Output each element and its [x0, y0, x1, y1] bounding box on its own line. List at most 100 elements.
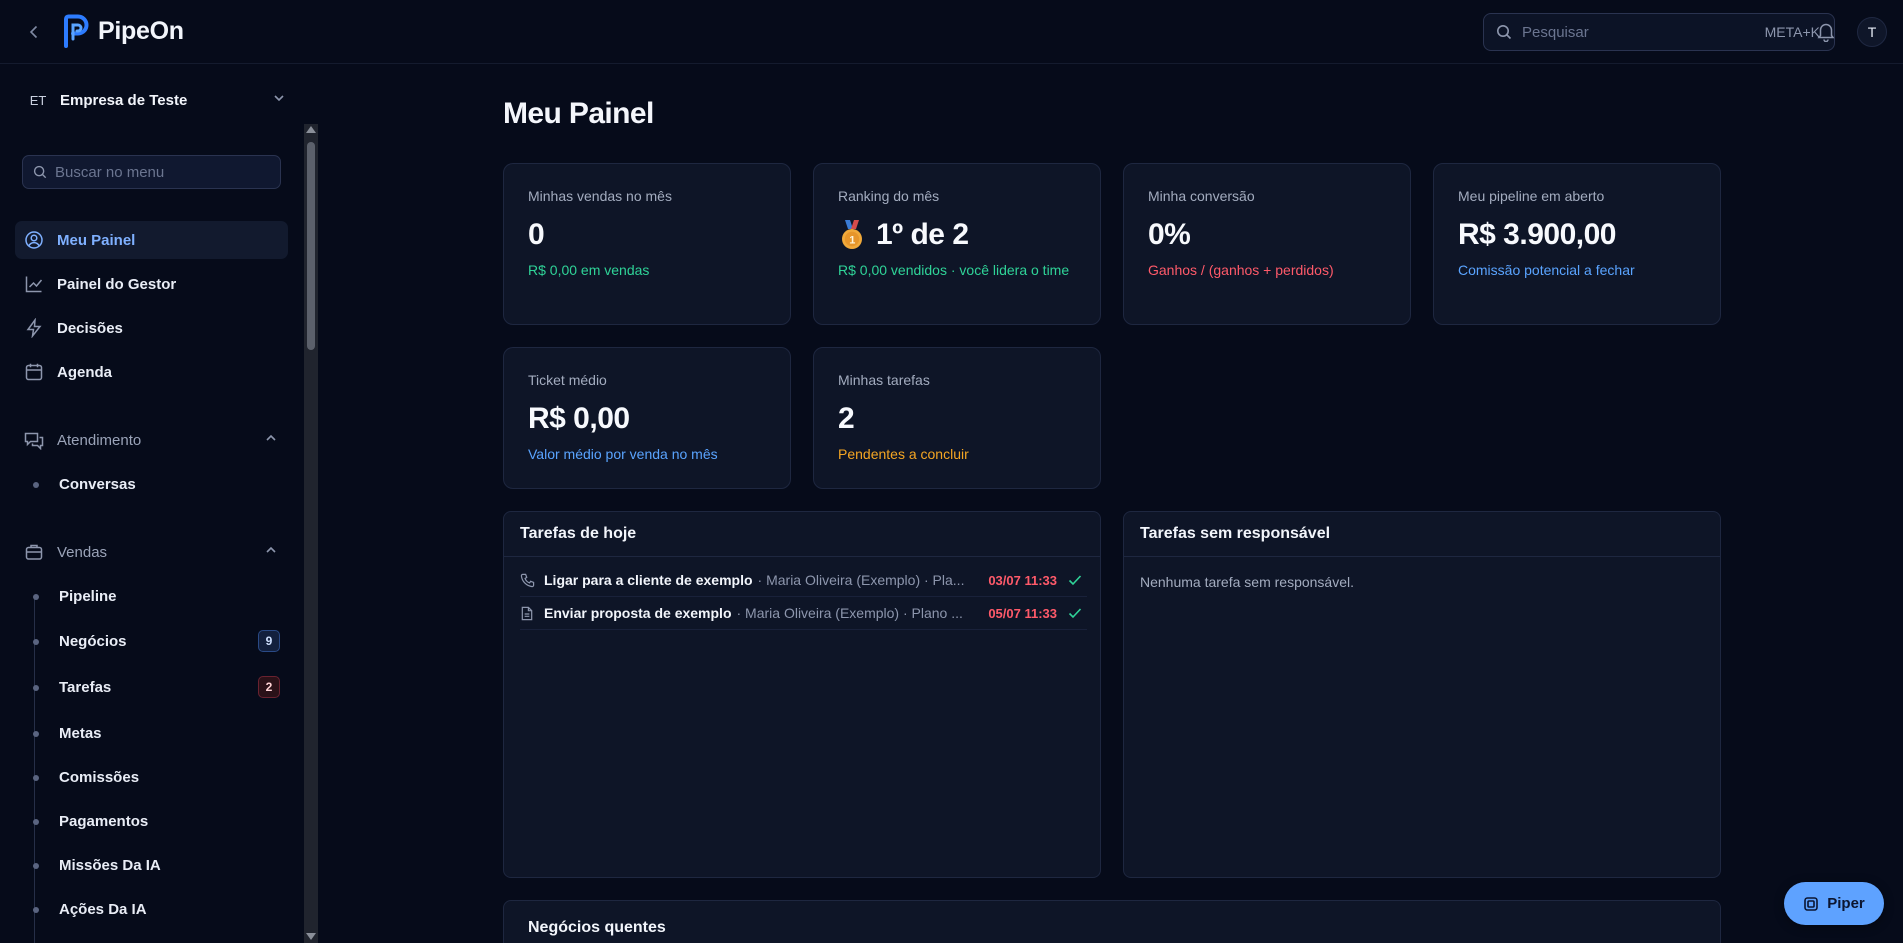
- notifications-bell-icon[interactable]: [1815, 20, 1839, 44]
- bullet-dot: [33, 775, 39, 781]
- back-arrow-icon[interactable]: [22, 20, 46, 44]
- chat-icon: [23, 429, 45, 451]
- sidebar-item-label: Pagamentos: [59, 812, 149, 830]
- count-badge: 9: [258, 630, 280, 652]
- bullet-dot: [33, 863, 39, 869]
- kpi-card-ranking: Ranking do mês 1 1º de 2 R$ 0,00 vendido…: [813, 163, 1101, 325]
- search-icon: [1497, 25, 1512, 40]
- section-atendimento[interactable]: Atendimento: [15, 421, 288, 459]
- bullet-dot: [33, 685, 39, 691]
- sidebar-item-meu-painel[interactable]: Meu Painel: [15, 221, 288, 259]
- sidebar-item-label: Conversas: [59, 475, 136, 493]
- task-row[interactable]: Enviar proposta de exemplo · Maria Olive…: [520, 597, 1087, 630]
- kpi-value-text: 0%: [1148, 218, 1191, 251]
- kpi-card-tarefas: Minhas tarefas 2 Pendentes a concluir: [813, 347, 1101, 489]
- menu-search[interactable]: [22, 155, 281, 189]
- kpi-value: R$ 0,00: [528, 402, 630, 436]
- briefcase-icon: [23, 541, 45, 563]
- piper-assistant-button[interactable]: Piper: [1784, 882, 1884, 925]
- menu-search-input[interactable]: [55, 163, 270, 181]
- scroll-up-arrow-icon[interactable]: [306, 126, 316, 133]
- kpi-subtext: Ganhos / (ganhos + perdidos): [1148, 262, 1334, 278]
- bullet-dot: [33, 594, 39, 600]
- sidebar-item-label: Missões Da IA: [59, 856, 161, 874]
- piper-label: Piper: [1827, 895, 1865, 912]
- kpi-value-text: 1º de 2: [876, 218, 969, 251]
- sidebar-item-negocios[interactable]: Negócios 9: [15, 623, 288, 659]
- sidebar-item-label: Negócios: [59, 632, 127, 650]
- kpi-card-pipeline: Meu pipeline em aberto R$ 3.900,00 Comis…: [1433, 163, 1721, 325]
- scroll-down-arrow-icon[interactable]: [306, 933, 316, 940]
- app-logo[interactable]: PipeOn: [62, 13, 184, 49]
- panel-title: Negócios quentes: [528, 919, 666, 936]
- kpi-subtext: R$ 0,00 em vendas: [528, 262, 650, 278]
- sidebar-item-conversas[interactable]: Conversas: [15, 466, 288, 502]
- sidebar-item-metas[interactable]: Metas: [15, 715, 288, 751]
- chevron-up-icon: [264, 431, 278, 449]
- task-meta: · Maria Oliveira (Exemplo) · Plano ...: [736, 605, 963, 621]
- bullet-dot: [33, 639, 39, 645]
- sidebar-item-label: Comissões: [59, 768, 140, 786]
- sidebar-item-label: Agenda: [57, 363, 113, 381]
- sidebar-item-pipeline[interactable]: Pipeline: [15, 578, 288, 614]
- sidebar-item-decisoes[interactable]: Decisões: [15, 309, 288, 347]
- user-circle-icon: [23, 229, 45, 251]
- chart-line-icon: [23, 273, 45, 295]
- chevron-up-icon: [264, 543, 278, 561]
- search-shortcut: META+K: [1764, 24, 1820, 40]
- sidebar-item-label: Decisões: [57, 319, 123, 337]
- sidebar-item-missoes-da-ia[interactable]: Missões Da IA: [15, 847, 288, 883]
- hot-deals-panel: Negócios quentes: [503, 900, 1721, 943]
- pipeon-logo-icon: [64, 14, 89, 48]
- bullet-dot: [33, 819, 39, 825]
- sidebar-item-label: Metas: [59, 724, 102, 742]
- panel-title: Tarefas de hoje: [504, 512, 1100, 557]
- task-title: Ligar para a cliente de exemplo: [544, 572, 753, 588]
- calendar-icon: [23, 361, 45, 383]
- sidebar-item-tarefas[interactable]: Tarefas 2: [15, 669, 288, 705]
- task-title: Enviar proposta de exemplo: [544, 605, 732, 621]
- kpi-value: R$ 3.900,00: [1458, 218, 1616, 252]
- company-name: Empresa de Teste: [60, 91, 188, 109]
- today-tasks-panel: Tarefas de hoje Ligar para a cliente de …: [503, 511, 1101, 878]
- sidebar-item-label: Painel do Gestor: [57, 275, 177, 293]
- complete-check-icon[interactable]: [1067, 572, 1087, 588]
- user-avatar[interactable]: T: [1857, 17, 1887, 47]
- global-search-input[interactable]: [1522, 23, 1755, 41]
- kpi-subtext: R$ 0,00 vendidos · você lidera o time: [838, 262, 1070, 278]
- bullet-dot: [33, 731, 39, 737]
- company-switcher[interactable]: ET Empresa de Teste: [16, 81, 292, 119]
- sidebar-item-comissoes[interactable]: Comissões: [15, 759, 288, 795]
- kpi-subtext: Pendentes a concluir: [838, 446, 969, 462]
- global-search[interactable]: META+K: [1483, 13, 1835, 51]
- kpi-label: Ticket médio: [528, 372, 607, 388]
- top-bar: PipeOn META+K T: [0, 0, 1903, 64]
- sidebar-item-agenda[interactable]: Agenda: [15, 353, 288, 391]
- chevron-down-icon: [272, 91, 292, 109]
- sidebar-scrollbar[interactable]: [304, 124, 318, 943]
- sidebar-item-label: Meu Painel: [57, 231, 136, 249]
- unassigned-tasks-panel: Tarefas sem responsável Nenhuma tarefa s…: [1123, 511, 1721, 878]
- sidebar-item-label: Ações Da IA: [59, 900, 147, 918]
- lightning-icon: [23, 317, 45, 339]
- page-title: Meu Painel: [503, 97, 654, 130]
- bullet-dot: [33, 482, 39, 488]
- section-label: Vendas: [57, 543, 108, 561]
- kpi-value-text: R$ 3.900,00: [1458, 218, 1616, 251]
- kpi-value: 0%: [1148, 218, 1191, 252]
- complete-check-icon[interactable]: [1067, 605, 1087, 621]
- task-meta: · Maria Oliveira (Exemplo) · Pla...: [757, 572, 965, 588]
- kpi-label: Meu pipeline em aberto: [1458, 188, 1605, 204]
- medal-icon: 1: [842, 220, 862, 249]
- sidebar-item-acoes-da-ia[interactable]: Ações Da IA: [15, 891, 288, 927]
- kpi-subtext: Comissão potencial a fechar: [1458, 262, 1635, 278]
- kpi-card-ticket: Ticket médio R$ 0,00 Valor médio por ven…: [503, 347, 791, 489]
- task-row[interactable]: Ligar para a cliente de exemplo · Maria …: [520, 564, 1087, 597]
- sidebar: ET Empresa de Teste Meu Painel Painel do…: [0, 65, 304, 943]
- kpi-value: 0: [528, 218, 545, 252]
- section-vendas[interactable]: Vendas: [15, 533, 288, 571]
- scroll-thumb[interactable]: [307, 142, 315, 350]
- kpi-value-text: R$ 0,00: [528, 402, 630, 435]
- sidebar-item-painel-do-gestor[interactable]: Painel do Gestor: [15, 265, 288, 303]
- sidebar-item-pagamentos[interactable]: Pagamentos: [15, 803, 288, 839]
